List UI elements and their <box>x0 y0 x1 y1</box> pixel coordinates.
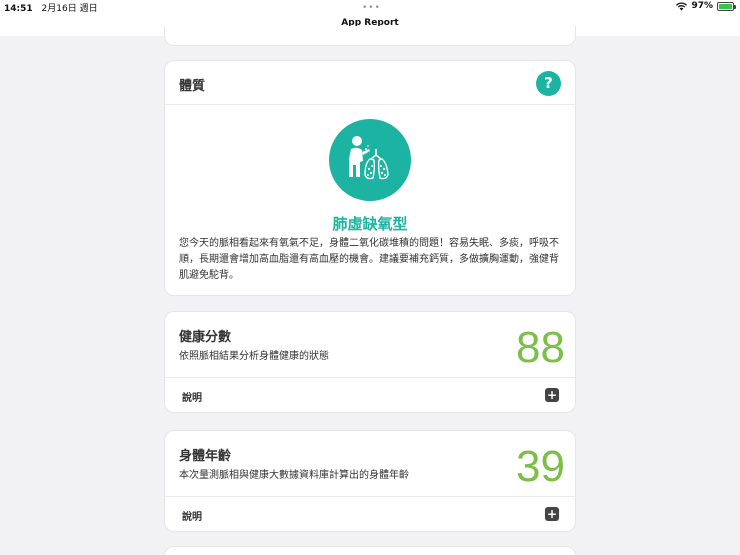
constitution-type-title: 肺虛缺氧型 <box>332 215 408 233</box>
body-age-explain-label: 說明 <box>182 512 202 523</box>
body-age-value: 39 <box>516 442 565 491</box>
next-card-fragment <box>164 546 576 555</box>
body-age-subtitle: 本次量測脈相與健康大數據資料庫計算出的身體年齡 <box>179 470 409 481</box>
lung-figure-icon <box>329 119 411 201</box>
health-score-title: 健康分數 <box>179 330 232 345</box>
constitution-card: 體質 ? 肺虛缺氧型 您今天的脈相看起來有氧氣不足，身體二氧化碳堆積的問題！容易… <box>164 60 576 296</box>
health-score-explain-row[interactable]: 說明 + <box>165 377 575 414</box>
body-age-card: 身體年齡 本次量測脈相與健康大數據資料庫計算出的身體年齡 39 說明 + <box>164 430 576 532</box>
body-age-explain-row[interactable]: 說明 + <box>165 496 575 533</box>
status-bar: 14:51 2月16日 週日 ••• 97% <box>0 0 740 14</box>
previous-card-fragment <box>164 26 576 46</box>
help-button[interactable]: ? <box>536 71 561 96</box>
battery-icon <box>717 1 736 11</box>
status-date: 2月16日 週日 <box>41 4 98 14</box>
constitution-card-header: 體質 ? <box>165 61 575 105</box>
health-score-value: 88 <box>516 323 565 372</box>
constitution-description: 您今天的脈相看起來有氧氣不足，身體二氧化碳堆積的問題！容易失眠、多痰，呼吸不順，… <box>179 238 559 281</box>
status-right: 97% <box>676 1 736 11</box>
ellipsis-icon[interactable]: ••• <box>362 3 381 13</box>
plus-icon[interactable]: + <box>545 507 559 521</box>
battery-percent: 97% <box>691 1 713 11</box>
status-left: 14:51 2月16日 週日 <box>4 1 98 14</box>
battery-fill <box>719 3 732 9</box>
body-age-title: 身體年齡 <box>179 449 232 464</box>
wifi-icon <box>676 2 688 10</box>
health-score-subtitle: 依照脈相結果分析身體健康的狀態 <box>179 351 329 362</box>
health-score-card: 健康分數 依照脈相結果分析身體健康的狀態 88 說明 + <box>164 311 576 413</box>
status-time: 14:51 <box>4 4 33 14</box>
plus-icon[interactable]: + <box>545 388 559 402</box>
health-score-explain-label: 說明 <box>182 393 202 404</box>
lung-figure-illustration <box>349 136 389 180</box>
constitution-title: 體質 <box>179 79 206 94</box>
